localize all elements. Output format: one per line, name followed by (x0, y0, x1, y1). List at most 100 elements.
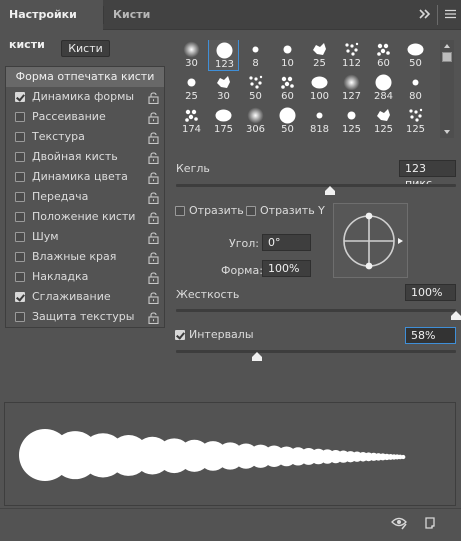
settings-item-checkbox[interactable] (15, 312, 25, 322)
settings-item[interactable]: Шум (6, 227, 164, 247)
settings-item[interactable]: Положение кисти (6, 207, 164, 227)
settings-item[interactable]: Текстура (6, 127, 164, 147)
scroll-down-arrow-icon[interactable] (444, 130, 450, 134)
brush-preset[interactable]: 50 (272, 104, 303, 137)
settings-item-checkbox[interactable] (15, 92, 25, 102)
settings-item-checkbox[interactable] (15, 172, 25, 182)
hardness-field[interactable]: 100% (405, 284, 456, 301)
brush-preset[interactable]: 30 (176, 40, 207, 71)
brush-stroke-preview-image (19, 429, 406, 481)
scroll-up-arrow-icon[interactable] (444, 44, 450, 48)
brush-preset-size: 60 (377, 58, 390, 69)
settings-item-checkbox[interactable] (15, 212, 25, 222)
brush-preset[interactable]: 8 (240, 40, 271, 71)
hardness-slider-knob[interactable] (451, 311, 461, 320)
brush-preset[interactable]: 174 (176, 104, 207, 137)
settings-item[interactable]: Накладка (6, 267, 164, 287)
lock-icon[interactable] (148, 231, 159, 245)
brush-preset[interactable]: 25 (304, 40, 335, 71)
brush-tip-icon (183, 107, 200, 124)
lock-icon[interactable] (148, 271, 159, 285)
spacing-checkbox[interactable] (175, 330, 185, 340)
brush-tip-icon (311, 41, 328, 58)
brush-preset[interactable]: 10 (272, 40, 303, 71)
settings-item[interactable]: Динамика формы (6, 87, 164, 107)
brush-preset[interactable]: 50 (240, 71, 271, 104)
new-preset-icon[interactable] (422, 516, 438, 530)
flip-x-checkbox[interactable] (175, 206, 185, 216)
brush-tip-shape-item[interactable]: Форма отпечатка кисти (6, 67, 164, 87)
settings-item[interactable]: Передача (6, 187, 164, 207)
spacing-field[interactable]: 58% (405, 327, 456, 344)
settings-item-checkbox[interactable] (15, 152, 25, 162)
brush-preset[interactable]: 100 (304, 71, 335, 104)
settings-item-checkbox[interactable] (15, 192, 25, 202)
brush-preset[interactable]: 80 (400, 71, 431, 104)
flip-y-checkbox[interactable] (246, 206, 256, 216)
settings-item[interactable]: Двойная кисть (6, 147, 164, 167)
lock-icon[interactable] (148, 191, 159, 205)
brush-tip-grid: 30 123 8 10 25 112 60 50 25 30 50 60 100 127 284 80 174 1… (176, 40, 431, 138)
settings-item[interactable]: Защита текстуры (6, 307, 164, 327)
brush-preset[interactable]: 818 (304, 104, 335, 137)
settings-item-checkbox[interactable] (15, 232, 25, 242)
size-slider-track[interactable] (176, 184, 456, 187)
angle-roundness-widget[interactable] (333, 203, 408, 278)
brush-preset[interactable]: 125 (336, 104, 367, 137)
brush-preset-size: 284 (373, 91, 394, 102)
brush-tip-icon (183, 74, 200, 91)
tab-brushes[interactable]: Кисти (104, 0, 159, 30)
brush-angle-dial-icon[interactable] (334, 204, 409, 279)
brush-preset[interactable]: 125 (368, 104, 399, 137)
brush-preset-size: 60 (281, 91, 294, 102)
lock-icon[interactable] (148, 211, 159, 225)
brush-preset[interactable]: 175 (208, 104, 239, 137)
brush-preset-size: 8 (252, 58, 259, 69)
settings-item[interactable]: Динамика цвета (6, 167, 164, 187)
roundness-field[interactable]: 100% (262, 260, 311, 277)
brush-preset[interactable]: 112 (336, 40, 367, 71)
lock-icon[interactable] (148, 311, 159, 325)
lock-icon[interactable] (148, 171, 159, 185)
brush-preset[interactable]: 50 (400, 40, 431, 71)
lock-icon[interactable] (148, 291, 159, 305)
brush-preset-size: 127 (341, 91, 362, 102)
brush-preset[interactable]: 306 (240, 104, 271, 137)
settings-item[interactable]: Рассеивание (6, 107, 164, 127)
spacing-slider-track[interactable] (176, 350, 456, 353)
brush-preset[interactable]: 60 (272, 71, 303, 104)
size-field[interactable]: 123 пикс. (399, 160, 456, 190)
settings-item[interactable]: Влажные края (6, 247, 164, 267)
size-label: Кегль (176, 162, 210, 175)
brushes-button[interactable]: Кисти (61, 40, 110, 57)
lock-icon[interactable] (148, 131, 159, 145)
brush-preset[interactable]: 284 (368, 71, 399, 104)
lock-icon[interactable] (148, 251, 159, 265)
lock-icon[interactable] (148, 91, 159, 105)
double-chevron-right-icon[interactable] (418, 6, 432, 24)
tab-brush-settings[interactable]: Настройки кисти (0, 0, 103, 51)
eye-brush-icon[interactable] (391, 516, 407, 530)
angle-field[interactable]: 0° (262, 234, 311, 251)
lock-icon[interactable] (148, 151, 159, 165)
settings-item-label: Защита текстуры (32, 310, 135, 323)
settings-item[interactable]: Сглаживание (6, 287, 164, 307)
scroll-thumb[interactable] (442, 52, 452, 62)
spacing-slider-knob[interactable] (252, 352, 263, 361)
brush-tip-icon (247, 41, 264, 58)
brush-preset[interactable]: 125 (400, 104, 431, 137)
size-slider-knob[interactable] (325, 186, 335, 195)
brush-preset[interactable]: 60 (368, 40, 399, 71)
settings-item-checkbox[interactable] (15, 112, 25, 122)
hardness-slider-track[interactable] (176, 309, 456, 312)
settings-item-checkbox[interactable] (15, 272, 25, 282)
brush-preset[interactable]: 25 (176, 71, 207, 104)
settings-item-checkbox[interactable] (15, 292, 25, 302)
hamburger-menu-icon[interactable] (443, 6, 457, 24)
brush-preset[interactable]: 127 (336, 71, 367, 104)
brush-preset[interactable]: 30 (208, 71, 239, 104)
settings-item-checkbox[interactable] (15, 132, 25, 142)
lock-icon[interactable] (148, 111, 159, 125)
settings-item-checkbox[interactable] (15, 252, 25, 262)
brush-preset[interactable]: 123 (208, 40, 239, 71)
